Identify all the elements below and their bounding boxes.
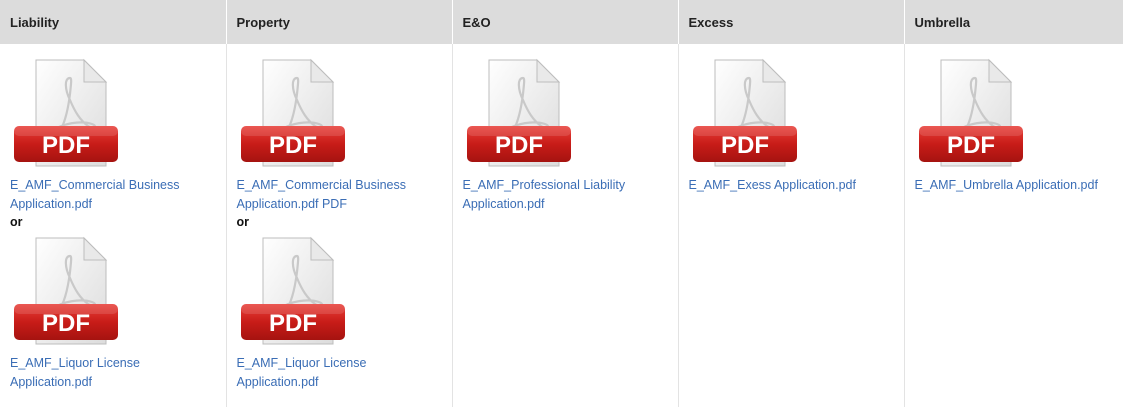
excess-application-link[interactable]: E_AMF_Exess Application.pdf	[689, 176, 898, 195]
umbrella-application-link[interactable]: E_AMF_Umbrella Application.pdf	[915, 176, 1118, 195]
header-row: Liability Property E&O Excess Umbrella	[0, 0, 1123, 44]
svg-text:PDF: PDF	[269, 310, 317, 337]
or-separator: or	[236, 215, 250, 229]
column-header-excess: Excess	[677, 0, 904, 44]
pdf-file-icon[interactable]: PDF	[915, 54, 1035, 174]
or-separator: or	[10, 215, 23, 229]
svg-text:PDF: PDF	[947, 132, 995, 159]
liability-commercial-business-link[interactable]: E_AMF_Commercial Business Application.pd…	[10, 176, 220, 214]
column-header-eo: E&O	[451, 0, 678, 44]
pdf-file-icon[interactable]: PDF	[10, 54, 130, 174]
umbrella-cell: PDF E_AMF_Umbrella Application.pdf	[903, 44, 1123, 407]
svg-text:PDF: PDF	[721, 132, 769, 159]
document-item: PDF E_AMF_Commercial Business Applicatio…	[237, 54, 446, 214]
svg-text:PDF: PDF	[495, 132, 543, 159]
document-item: PDF E_AMF_Exess Application.pdf	[689, 54, 898, 195]
pdf-file-icon[interactable]: PDF	[237, 232, 357, 352]
pdf-file-icon[interactable]: PDF	[10, 232, 130, 352]
column-header-umbrella: Umbrella	[903, 0, 1123, 44]
document-item: PDF E_AMF_Commercial Business Applicatio…	[10, 54, 220, 214]
forms-row: PDF E_AMF_Commercial Business Applicatio…	[0, 44, 1123, 407]
pdf-file-icon[interactable]: PDF	[463, 54, 583, 174]
property-commercial-business-link[interactable]: E_AMF_Commercial Business Application.pd…	[237, 176, 446, 214]
professional-liability-link[interactable]: E_AMF_Professional Liability Application…	[463, 176, 672, 214]
document-item: PDF E_AMF_Liquor License Application.pdf	[10, 232, 220, 392]
liability-cell: PDF E_AMF_Commercial Business Applicatio…	[0, 44, 226, 407]
document-item: PDF E_AMF_Liquor License Application.pdf	[237, 232, 446, 392]
property-liquor-license-link[interactable]: E_AMF_Liquor License Application.pdf	[237, 354, 446, 392]
pdf-file-icon[interactable]: PDF	[237, 54, 357, 174]
document-item: PDF E_AMF_Professional Liability Applica…	[463, 54, 672, 214]
column-header-liability: Liability	[0, 0, 226, 44]
svg-text:PDF: PDF	[269, 132, 317, 159]
document-item: PDF E_AMF_Umbrella Application.pdf	[915, 54, 1118, 195]
eo-cell: PDF E_AMF_Professional Liability Applica…	[451, 44, 678, 407]
excess-cell: PDF E_AMF_Exess Application.pdf	[677, 44, 904, 407]
column-header-property: Property	[225, 0, 452, 44]
property-cell: PDF E_AMF_Commercial Business Applicatio…	[225, 44, 452, 407]
svg-text:PDF: PDF	[42, 310, 90, 337]
insurance-forms-table: Liability Property E&O Excess Umbrella P…	[0, 0, 1123, 407]
liability-liquor-license-link[interactable]: E_AMF_Liquor License Application.pdf	[10, 354, 220, 392]
svg-text:PDF: PDF	[42, 132, 90, 159]
pdf-file-icon[interactable]: PDF	[689, 54, 809, 174]
